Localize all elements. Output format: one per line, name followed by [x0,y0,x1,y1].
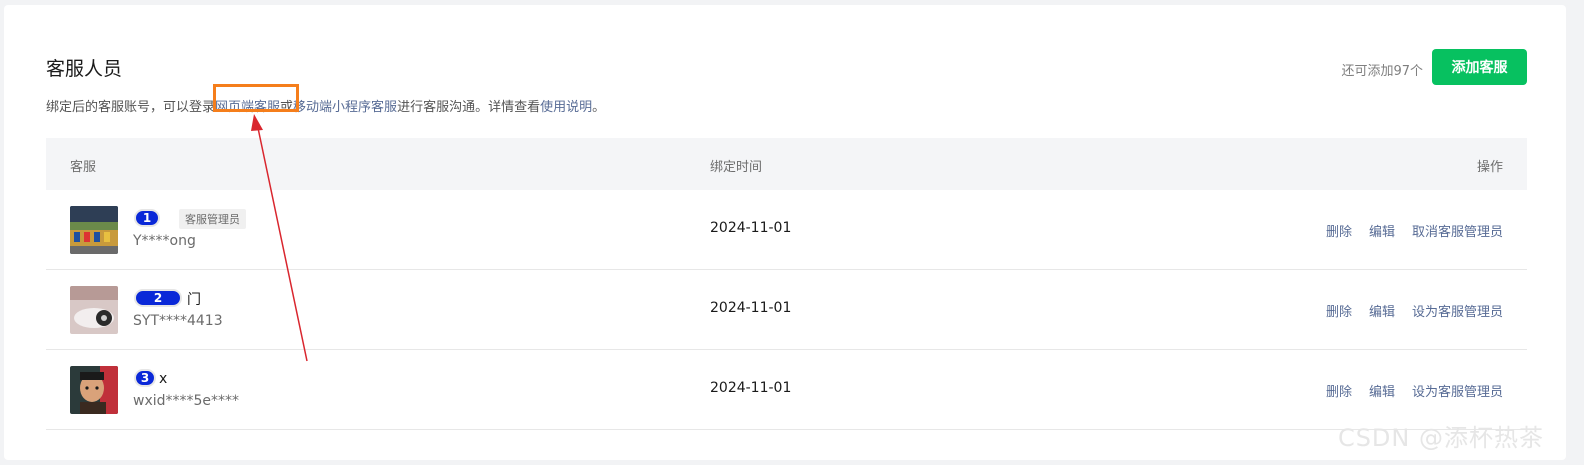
row-actions: 删除 编辑 设为客服管理员 [1326,381,1503,400]
add-service-button[interactable]: 添加客服 [1432,49,1527,85]
edit-button[interactable]: 编辑 [1369,221,1395,240]
column-header-time: 绑定时间 [710,160,763,175]
customer-service-card: 客服人员 绑定后的客服账号，可以登录网页端客服或移动端小程序客服进行客服沟通。详… [4,5,1566,460]
avatar [70,366,118,414]
service-account: wxid****5e**** [133,393,240,409]
bind-time: 2024-11-01 [710,380,792,396]
delete-button[interactable]: 删除 [1326,301,1352,320]
edit-button[interactable]: 编辑 [1369,381,1395,400]
admin-role-badge: 客服管理员 [179,209,246,229]
row-actions: 删除 编辑 设为客服管理员 [1326,301,1503,320]
annotation-number-badge: 2 [134,289,182,307]
page-title: 客服人员 [46,58,123,80]
table-row: x 3 wxid****5e**** 2024-11-01 删除 编辑 设为客服… [46,350,1527,430]
toggle-admin-button[interactable]: 取消客服管理员 [1412,221,1503,240]
help-link[interactable]: 使用说明 [540,100,592,115]
mini-program-link[interactable]: 移动端小程序客服 [293,100,397,115]
table-row: 门 2 SYT****4413 2024-11-01 删除 编辑 设为客服管理员 [46,270,1527,350]
remaining-count: 还可添加97个 [1341,64,1423,79]
toggle-admin-button[interactable]: 设为客服管理员 [1412,381,1503,400]
service-account: Y****ong [133,233,196,249]
delete-button[interactable]: 删除 [1326,381,1352,400]
web-client-link[interactable]: 网页端客服 [215,100,280,115]
annotation-number-badge: 3 [134,369,156,387]
bind-time: 2024-11-01 [710,220,792,236]
description: 绑定后的客服账号，可以登录网页端客服或移动端小程序客服进行客服沟通。详情查看使用… [46,100,606,115]
column-header-actions: 操作 [1476,160,1503,175]
column-header-service: 客服 [70,160,97,175]
table-row: 客服管理员 1 Y****ong 2024-11-01 删除 编辑 取消客服管理… [46,190,1527,270]
row-actions: 删除 编辑 取消客服管理员 [1326,221,1503,240]
service-table: 客服 绑定时间 操作 客服管理员 1 Y****ong 2024-11-01 删… [46,138,1527,430]
toggle-admin-button[interactable]: 设为客服管理员 [1412,301,1503,320]
table-header: 客服 绑定时间 操作 [46,138,1527,190]
service-account: SYT****4413 [133,313,223,329]
bind-time: 2024-11-01 [710,300,792,316]
avatar [70,286,118,334]
avatar [70,206,118,254]
edit-button[interactable]: 编辑 [1369,301,1395,320]
watermark: CSDN @添杯热茶 [1337,424,1544,452]
service-name: 门 [187,292,201,308]
service-name: x [159,371,168,387]
annotation-number-badge: 1 [134,209,160,227]
delete-button[interactable]: 删除 [1326,221,1352,240]
